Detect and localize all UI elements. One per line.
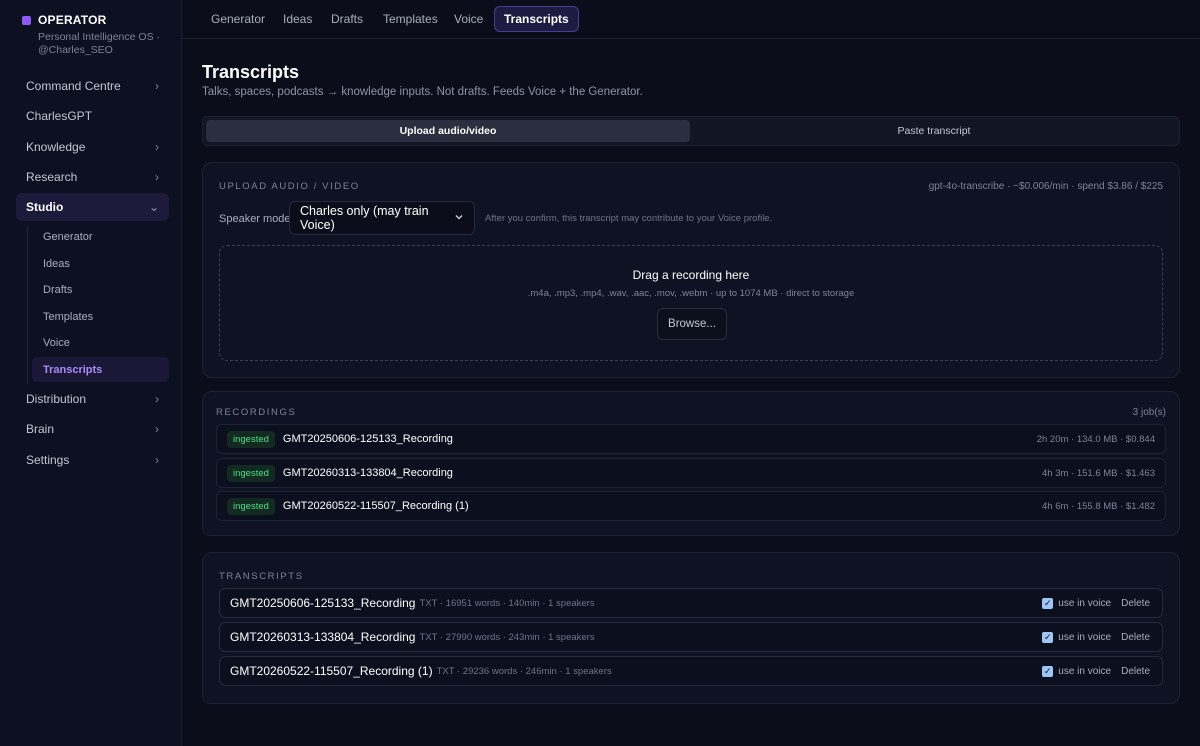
use-in-voice-checkbox[interactable]: ✓: [1042, 665, 1054, 677]
recording-meta: 4h 6m · 155.8 MB · $1.482: [1041, 500, 1155, 512]
status-badge: ingested: [227, 464, 275, 482]
use-in-voice-checkbox[interactable]: ✓: [1042, 631, 1054, 643]
recordings-section-label: RECORDINGS: [216, 407, 297, 418]
sidebar-item-command-centre[interactable]: Command Centre ›: [16, 72, 169, 100]
transcript-row[interactable]: GMT20250606-125133_Recording TXT · 16951…: [219, 588, 1163, 618]
sidebar-item-label: Distribution: [26, 392, 87, 406]
transcript-name: GMT20260313-133804_Recording: [230, 630, 416, 644]
transcript-name: GMT20260522-115507_Recording (1): [230, 664, 433, 678]
recording-meta: 2h 20m · 134.0 MB · $0.844: [1036, 433, 1155, 445]
speaker-mode-select[interactable]: Charles only (may train Voice): [289, 201, 475, 235]
chevron-right-icon: ›: [155, 79, 159, 93]
brand-title: OPERATOR: [38, 13, 107, 27]
sidebar: OPERATOR Personal Intelligence OS · @Cha…: [0, 0, 182, 746]
recording-row[interactable]: ingested GMT20260522-115507_Recording (1…: [216, 491, 1166, 521]
file-dropzone[interactable]: Drag a recording here .m4a, .mp3, .mp4, …: [219, 245, 1163, 361]
chevron-down-icon: [454, 211, 464, 225]
transcript-name: GMT20250606-125133_Recording: [230, 596, 416, 610]
subnav-divider: [27, 226, 28, 384]
use-in-voice-checkbox[interactable]: ✓: [1042, 597, 1054, 609]
recording-row[interactable]: ingested GMT20260313-133804_Recording 4h…: [216, 458, 1166, 488]
sidebar-subitem-drafts[interactable]: Drafts: [32, 277, 169, 302]
tab-ideas[interactable]: Ideas: [274, 6, 321, 32]
recording-name: GMT20250606-125133_Recording: [282, 433, 453, 445]
chevron-right-icon: ›: [155, 392, 159, 406]
transcript-row[interactable]: GMT20260313-133804_Recording TXT · 27990…: [219, 622, 1163, 652]
transcripts-card: TRANSCRIPTS GMT20250606-125133_Recording…: [202, 552, 1180, 704]
page-subtitle: Talks, spaces, podcasts → knowledge inpu…: [202, 86, 643, 98]
chevron-down-icon: ⌄: [148, 200, 159, 214]
delete-button[interactable]: Delete: [1121, 598, 1150, 609]
recording-name: GMT20260313-133804_Recording: [282, 467, 453, 479]
page-title: Transcripts: [202, 62, 300, 82]
sidebar-subitem-generator[interactable]: Generator: [32, 224, 169, 249]
sidebar-subitem-transcripts[interactable]: Transcripts: [32, 357, 169, 382]
speaker-mode-value: Charles only (may train Voice): [300, 204, 429, 232]
speaker-mode-note: After you confirm, this transcript may c…: [485, 213, 773, 224]
sidebar-subitem-ideas[interactable]: Ideas: [32, 251, 169, 276]
transcript-meta: TXT · 27990 words · 243min · 1 speakers: [419, 631, 595, 643]
tab-templates[interactable]: Templates: [374, 6, 447, 32]
brand: OPERATOR Personal Intelligence OS · @Cha…: [22, 13, 166, 57]
sidebar-item-settings[interactable]: Settings ›: [16, 446, 169, 474]
recordings-count: 3 job(s): [1132, 407, 1166, 418]
model-info: gpt-4o-transcribe · ~$0.006/min · spend …: [928, 181, 1163, 192]
sidebar-item-label: Research: [26, 170, 78, 184]
tab-generator[interactable]: Generator: [202, 6, 274, 32]
sidebar-item-label: Settings: [26, 453, 70, 467]
chevron-right-icon: ›: [155, 422, 159, 436]
chevron-right-icon: ›: [155, 140, 159, 154]
recordings-card: RECORDINGS 3 job(s) ingested GMT20250606…: [202, 391, 1180, 536]
upload-section-label: UPLOAD AUDIO / VIDEO: [219, 181, 360, 192]
sidebar-item-label: CharlesGPT: [26, 109, 93, 123]
status-badge: ingested: [227, 430, 275, 448]
transcript-meta: TXT · 29236 words · 246min · 1 speakers: [436, 665, 612, 677]
dropzone-subtitle: .m4a, .mp3, .mp4, .wav, .aac, .mov, .web…: [527, 288, 855, 299]
brand-subtitle: Personal Intelligence OS · @Charles_SEO: [38, 31, 160, 56]
sidebar-subitem-voice[interactable]: Voice: [32, 330, 169, 355]
sidebar-subitem-templates[interactable]: Templates: [32, 304, 169, 329]
use-in-voice-label: use in voice: [1058, 597, 1112, 609]
sidebar-item-knowledge[interactable]: Knowledge ›: [16, 133, 169, 161]
sidebar-item-label: Brain: [26, 422, 55, 436]
browse-button[interactable]: Browse...: [657, 308, 727, 340]
tab-voice[interactable]: Voice: [445, 6, 492, 32]
brand-logo-icon: [22, 15, 31, 25]
sidebar-item-research[interactable]: Research ›: [16, 163, 169, 191]
sidebar-item-label: Command Centre: [26, 79, 121, 93]
transcript-row[interactable]: GMT20260522-115507_Recording (1) TXT · 2…: [219, 656, 1163, 686]
recording-meta: 4h 3m · 151.6 MB · $1.463: [1041, 467, 1155, 479]
transcript-meta: TXT · 16951 words · 140min · 1 speakers: [419, 597, 595, 609]
speaker-mode-label: Speaker mode: [219, 213, 291, 225]
top-tab-bar: Generator Ideas Drafts Templates Voice T…: [182, 0, 1200, 39]
delete-button[interactable]: Delete: [1121, 632, 1150, 643]
sidebar-item-distribution[interactable]: Distribution ›: [16, 385, 169, 413]
delete-button[interactable]: Delete: [1121, 666, 1150, 677]
recording-name: GMT20260522-115507_Recording (1): [282, 500, 469, 512]
sidebar-item-label: Studio: [26, 200, 64, 214]
transcripts-section-label: TRANSCRIPTS: [219, 571, 304, 582]
chevron-right-icon: ›: [155, 453, 159, 467]
sidebar-item-label: Knowledge: [26, 140, 86, 154]
upload-mode-button[interactable]: Upload audio/video: [206, 120, 690, 142]
use-in-voice-label: use in voice: [1058, 665, 1112, 677]
tab-transcripts[interactable]: Transcripts: [494, 6, 579, 32]
sidebar-item-brain[interactable]: Brain ›: [16, 415, 169, 443]
upload-card: UPLOAD AUDIO / VIDEO gpt-4o-transcribe ·…: [202, 162, 1180, 378]
paste-mode-button[interactable]: Paste transcript: [692, 120, 1176, 142]
sidebar-item-charlesgpt[interactable]: CharlesGPT: [16, 102, 169, 130]
recording-row[interactable]: ingested GMT20250606-125133_Recording 2h…: [216, 424, 1166, 454]
dropzone-title: Drag a recording here: [632, 268, 750, 282]
mode-toggle: Upload audio/video Paste transcript: [202, 116, 1180, 146]
tab-drafts[interactable]: Drafts: [322, 6, 372, 32]
use-in-voice-label: use in voice: [1058, 631, 1112, 643]
chevron-right-icon: ›: [155, 170, 159, 184]
sidebar-item-studio[interactable]: Studio ⌄: [16, 193, 169, 221]
status-badge: ingested: [227, 497, 275, 515]
